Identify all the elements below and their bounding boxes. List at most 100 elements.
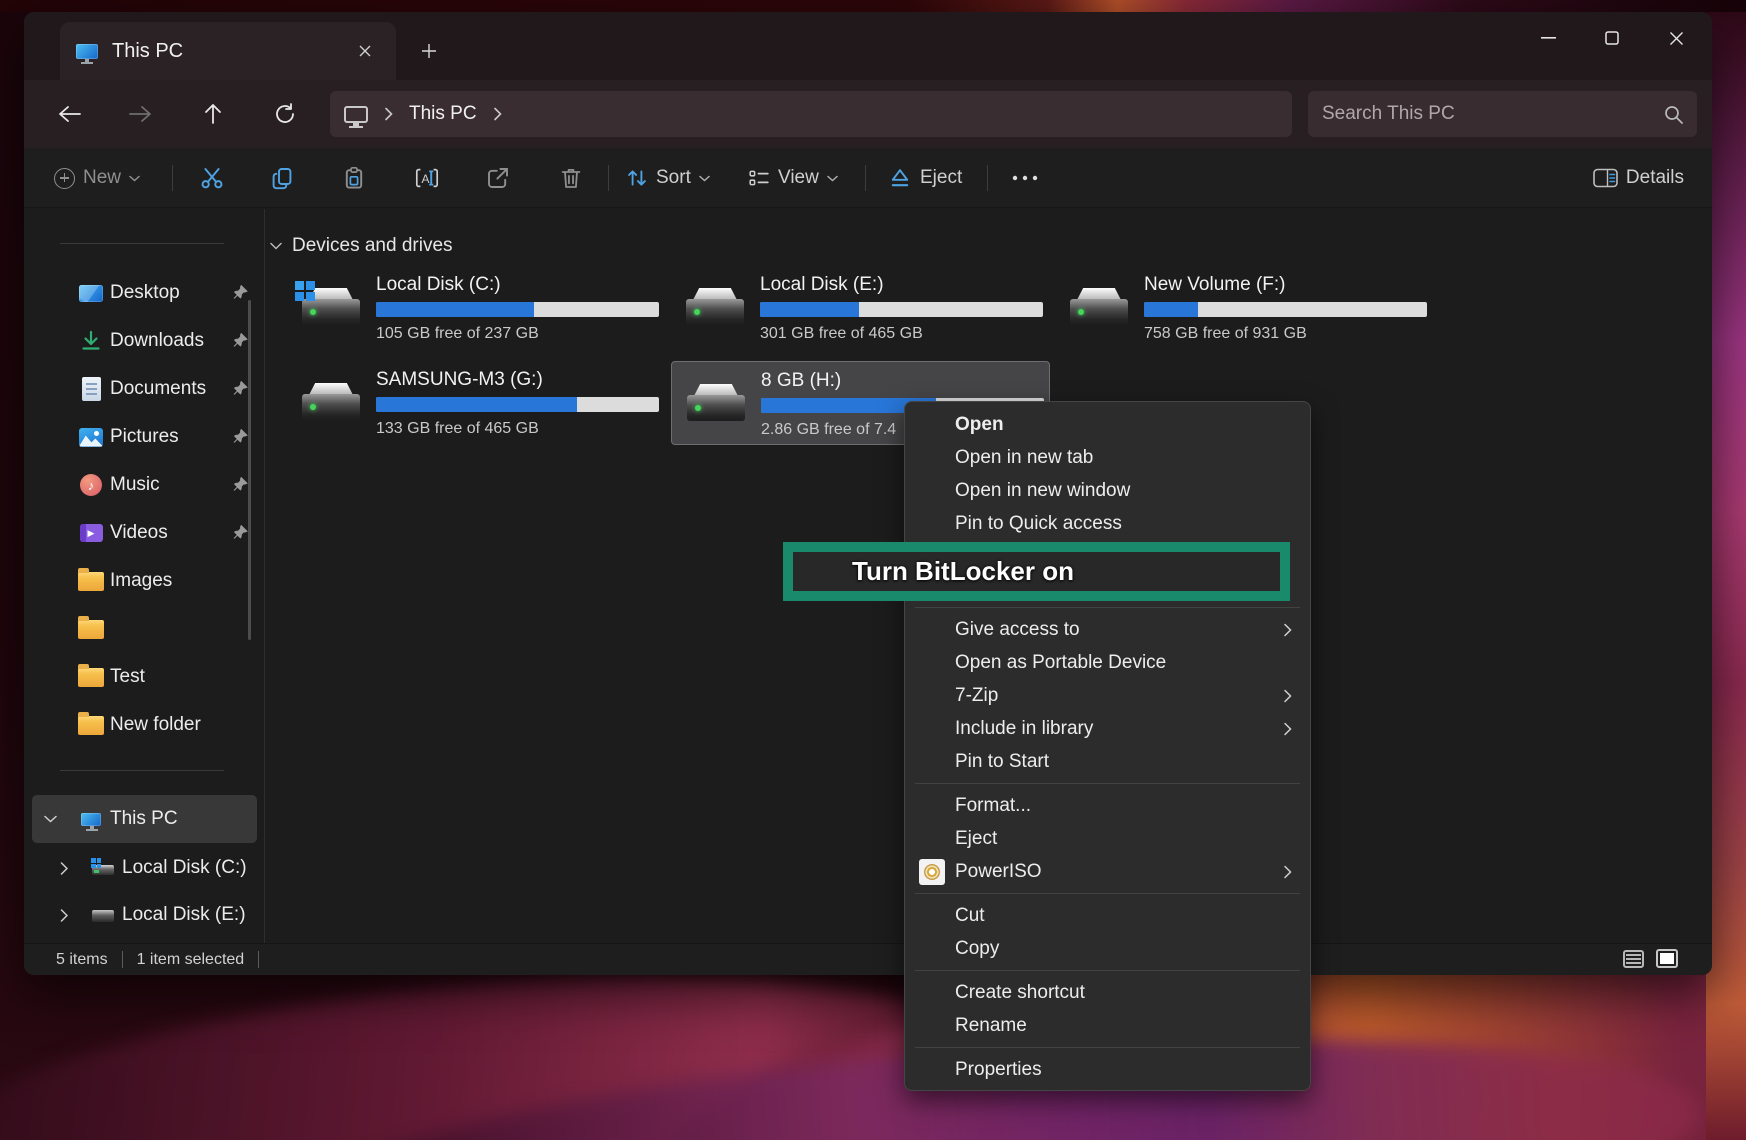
downloads-icon <box>79 329 103 353</box>
sort-icon <box>626 167 648 189</box>
refresh-button[interactable] <box>266 96 304 132</box>
status-divider <box>122 951 123 968</box>
chevron-down-icon <box>129 175 140 182</box>
menu-item-eject[interactable]: Eject <box>905 822 1310 855</box>
paste-button[interactable] <box>342 148 366 208</box>
sidebar-item-videos[interactable]: ▶ Videos <box>32 509 257 557</box>
status-divider <box>258 951 259 968</box>
forward-button[interactable] <box>122 96 160 132</box>
capacity-bar <box>376 397 659 412</box>
menu-item-format[interactable]: Format... <box>905 789 1310 822</box>
minimize-button[interactable] <box>1516 12 1580 64</box>
tab-strip: This PC <box>24 12 1712 80</box>
hard-drive-icon <box>686 288 744 330</box>
group-header-devices-and-drives[interactable]: Devices and drives <box>270 235 453 257</box>
sidebar-item-label: New folder <box>110 714 257 736</box>
menu-item-poweriso[interactable]: PowerISO <box>905 855 1310 888</box>
menu-item-copy[interactable]: Copy <box>905 932 1310 965</box>
drive-tile-local-disk-c[interactable]: Local Disk (C:) 105 GB free of 237 GB <box>287 266 666 350</box>
details-pane-icon <box>1593 168 1618 188</box>
sidebar-item-documents[interactable]: Documents <box>32 365 257 413</box>
sidebar-item-desktop[interactable]: Desktop <box>32 269 257 317</box>
this-pc-icon <box>81 813 101 826</box>
menu-item-include-in-library[interactable]: Include in library <box>905 712 1310 745</box>
menu-item-rename[interactable]: Rename <box>905 1009 1310 1042</box>
wallpaper-edge <box>1706 0 1746 1140</box>
tab-close-icon[interactable] <box>350 36 380 66</box>
up-button[interactable] <box>194 96 232 132</box>
tab-this-pc[interactable]: This PC <box>60 22 396 80</box>
menu-separator <box>915 1047 1300 1048</box>
cut-button[interactable] <box>200 148 224 208</box>
sidebar-item-images[interactable]: Images <box>32 557 257 605</box>
file-explorer-window: This PC <box>24 12 1712 975</box>
sidebar-item-music[interactable]: ♪ Music <box>32 461 257 509</box>
sidebar-item-downloads[interactable]: Downloads <box>32 317 257 365</box>
details-view-toggle-icon[interactable] <box>1623 950 1644 968</box>
eject-button[interactable]: Eject <box>888 148 962 208</box>
search-box[interactable] <box>1308 91 1697 137</box>
view-button[interactable]: View <box>748 148 838 208</box>
menu-item-give-access-to[interactable]: Give access to <box>905 613 1310 646</box>
pin-icon <box>233 381 249 397</box>
search-input[interactable] <box>1322 103 1664 125</box>
sidebar-item-label: Documents <box>110 378 233 400</box>
sidebar-tree-local-disk-e[interactable]: Local Disk (E:) <box>32 891 257 939</box>
menu-item-7zip[interactable]: 7-Zip <box>905 679 1310 712</box>
folder-icon <box>78 620 104 639</box>
toolbar-separator <box>172 165 173 191</box>
menu-item-properties[interactable]: Properties <box>905 1053 1310 1086</box>
menu-item-pin-to-start[interactable]: Pin to Start <box>905 745 1310 778</box>
sidebar-item-new-folder[interactable]: New folder <box>32 701 257 749</box>
menu-item-open-as-portable-device[interactable]: Open as Portable Device <box>905 646 1310 679</box>
menu-item-turn-bitlocker-on[interactable]: Turn BitLocker on <box>852 556 1074 587</box>
details-button[interactable]: Details <box>1593 148 1684 208</box>
share-button[interactable] <box>486 148 510 208</box>
drive-tile-samsung-m3-g[interactable]: SAMSUNG-M3 (G:) 133 GB free of 465 GB <box>287 361 666 445</box>
sidebar-tree-this-pc[interactable]: This PC <box>32 795 257 843</box>
windows-logo-icon <box>295 281 315 301</box>
svg-text:A: A <box>421 172 429 186</box>
chevron-right-icon[interactable] <box>60 909 68 922</box>
sidebar-tree-local-disk-c[interactable]: Local Disk (C:) <box>32 844 257 892</box>
command-toolbar: New A <box>24 148 1712 208</box>
chevron-right-icon[interactable] <box>60 862 68 875</box>
sidebar-item-label: Desktop <box>110 282 233 304</box>
menu-item-open-in-new-window[interactable]: Open in new window <box>905 474 1310 507</box>
menu-item-create-shortcut[interactable]: Create shortcut <box>905 976 1310 1009</box>
status-item-count: 5 items <box>56 951 108 969</box>
menu-item-open-in-new-tab[interactable]: Open in new tab <box>905 441 1310 474</box>
menu-item-open[interactable]: Open <box>905 408 1310 441</box>
drive-tile-new-volume-f[interactable]: New Volume (F:) 758 GB free of 931 GB <box>1055 266 1434 350</box>
sort-button[interactable]: Sort <box>626 148 710 208</box>
this-pc-breadcrumb-icon <box>344 106 368 123</box>
new-button[interactable]: New <box>54 148 140 208</box>
drive-name: Local Disk (E:) <box>760 274 1043 298</box>
close-button[interactable] <box>1644 12 1708 64</box>
navigation-bar: This PC <box>24 80 1712 148</box>
drive-name: SAMSUNG-M3 (G:) <box>376 369 659 393</box>
menu-item-cut[interactable]: Cut <box>905 899 1310 932</box>
delete-button[interactable] <box>559 148 583 208</box>
sidebar-item-pictures[interactable]: Pictures <box>32 413 257 461</box>
chevron-down-icon[interactable] <box>44 815 57 823</box>
sidebar-item-test[interactable]: Test <box>32 653 257 701</box>
sidebar-item-folder[interactable] <box>32 605 257 653</box>
more-options-button[interactable] <box>1012 148 1038 208</box>
maximize-button[interactable] <box>1580 12 1644 64</box>
bitlocker-highlight-annotation[interactable]: Turn BitLocker on <box>783 542 1290 601</box>
back-button[interactable] <box>50 96 88 132</box>
sort-button-label: Sort <box>656 167 691 189</box>
drive-tile-local-disk-e[interactable]: Local Disk (E:) 301 GB free of 465 GB <box>671 266 1050 350</box>
address-bar[interactable]: This PC <box>330 91 1292 137</box>
videos-icon: ▶ <box>80 524 103 542</box>
submenu-chevron-icon <box>1283 623 1292 637</box>
menu-item-pin-to-quick-access[interactable]: Pin to Quick access <box>905 507 1310 540</box>
toolbar-separator <box>987 165 988 191</box>
new-tab-button[interactable] <box>412 36 446 66</box>
breadcrumb-this-pc[interactable]: This PC <box>409 103 477 125</box>
copy-button[interactable] <box>270 148 294 208</box>
pin-icon <box>233 477 249 493</box>
rename-button[interactable]: A <box>415 148 439 208</box>
large-thumbnails-view-toggle-icon[interactable] <box>1656 949 1678 968</box>
